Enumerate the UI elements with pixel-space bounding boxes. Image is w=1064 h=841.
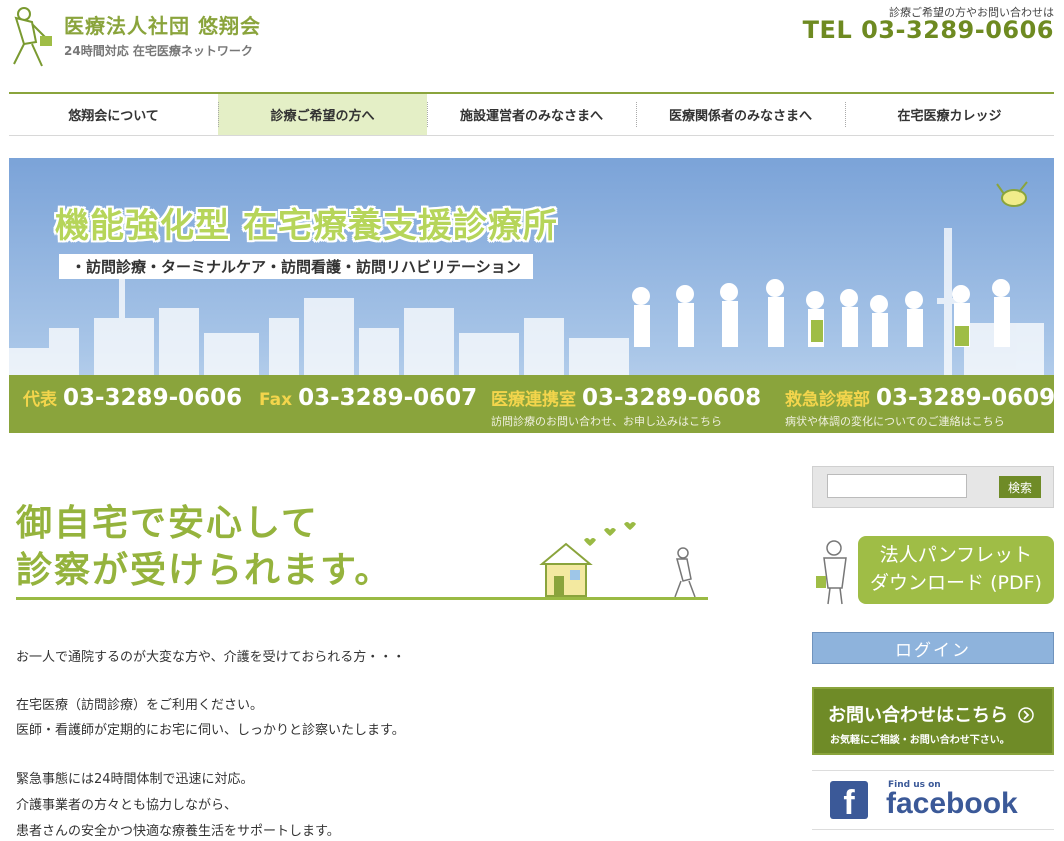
tel-number[interactable]: TEL 03-3289-0606 (803, 16, 1054, 44)
nav-item-college[interactable]: 在宅医療カレッジ (845, 94, 1054, 135)
intro-paragraph: お一人で通院するのが大変な方や、介護を受けておられる方・・・ (16, 650, 406, 665)
contact-title: お問い合わせはこちら (828, 701, 1035, 727)
phone-fax-label: Fax (259, 390, 293, 410)
pamphlet-label: 法人パンフレット ダウンロード (PDF) (858, 536, 1054, 604)
walking-doctor-icon (13, 7, 52, 67)
nav-item-patients[interactable]: 診療ご希望の方へ (218, 94, 427, 135)
phone-main-number: 03-3289-0606 (63, 385, 243, 411)
paragraph-2-line-1: 在宅医療（訪問診療）をご利用ください。 (16, 698, 264, 713)
pamphlet-line2: ダウンロード (PDF) (870, 572, 1042, 594)
phone-fax[interactable]: Fax 03-3289-0607 (259, 385, 477, 411)
doctor-icon (816, 540, 847, 605)
facebook-f-icon: f (830, 781, 868, 822)
hero-heading-line2: 診察が受けられます。 (16, 550, 393, 591)
phone-main[interactable]: 代表 03-3289-0606 (23, 385, 242, 411)
phone-emergency-label: 救急診療部 (785, 390, 870, 410)
nav-item-medical-professionals[interactable]: 医療関係者のみなさまへ (636, 94, 845, 135)
paragraph-3-line-2: 介護事業者の方々とも協力しながら、 (16, 798, 238, 813)
banner-title: 機能強化型 在宅療養支援診療所 (55, 206, 558, 246)
hero-banner: 機能強化型 在宅療養支援診療所 ・訪問診療・ターミナルケア・訪問看護・訪問リハビ… (9, 158, 1054, 433)
contact-title-text: お問い合わせはこちら (828, 705, 1008, 726)
contact-banner[interactable]: お問い合わせはこちら お気軽にご相談・お問い合わせ下さい。 (812, 687, 1054, 755)
facebook-banner[interactable]: f Find us on facebook (812, 770, 1054, 830)
contact-subtitle: お気軽にご相談・お問い合わせ下さい。 (830, 735, 1010, 746)
paragraph-2-line-2: 医師・看護師が定期的にお宅に伺い、しっかりと診察いたします。 (16, 723, 405, 738)
phone-liaison[interactable]: 医療連携室 03-3289-0608 訪問診療のお問い合わせ、お申し込みはこちら (491, 385, 762, 428)
banner-subtitle: ・訪問診療・ターミナルケア・訪問看護・訪問リハビリテーション (59, 254, 533, 279)
search-button[interactable]: 検索 (999, 476, 1041, 498)
paragraph-3-line-1: 緊急事態には24時間体制で迅速に対応。 (16, 772, 254, 787)
phone-emergency[interactable]: 救急診療部 03-3289-0609 病状や体調の変化についてのご連絡はこちら (785, 385, 1054, 428)
phone-fax-number: 03-3289-0607 (298, 385, 478, 411)
hero-heading-line1: 御自宅で安心して (16, 503, 319, 544)
main-nav: 悠翔会について 診療ご希望の方へ 施設運営者のみなさまへ 医療関係者のみなさまへ… (9, 92, 1054, 136)
phone-strip: 代表 03-3289-0606 Fax 03-3289-0607 医療連携室 03-3… (9, 375, 1054, 433)
logo-title[interactable]: 医療法人社団 悠翔会 (64, 10, 261, 39)
pamphlet-line1: 法人パンフレット (879, 544, 1033, 566)
phone-liaison-note: 訪問診療のお問い合わせ、お申し込みはこちら (491, 415, 722, 428)
walking-doctor-small-icon (674, 547, 696, 598)
login-button[interactable]: ログイン (812, 632, 1054, 664)
search-input[interactable] (827, 474, 967, 498)
chevron-right-icon (1018, 707, 1035, 723)
hero-underline (16, 597, 708, 600)
house-icon (539, 522, 636, 597)
paragraph-3-line-3: 患者さんの安全かつ快適な療養生活をサポートします。 (16, 824, 340, 839)
nav-item-about[interactable]: 悠翔会について (9, 94, 218, 135)
facebook-wordmark: facebook (886, 787, 1018, 820)
phone-main-label: 代表 (23, 390, 57, 410)
pamphlet-download-banner[interactable]: 法人パンフレット ダウンロード (PDF) (812, 530, 1054, 608)
phone-emergency-note: 病状や体調の変化についてのご連絡はこちら (785, 415, 1005, 428)
phone-liaison-label: 医療連携室 (491, 390, 576, 410)
phone-liaison-number: 03-3289-0608 (582, 385, 762, 411)
bird-icon (996, 181, 1028, 207)
nav-item-facility-operators[interactable]: 施設運営者のみなさまへ (427, 94, 636, 135)
search-widget: 検索 (812, 466, 1054, 508)
logo-subtitle: 24時間対応 在宅医療ネットワーク (64, 44, 253, 58)
phone-emergency-number: 03-3289-0609 (876, 385, 1054, 411)
